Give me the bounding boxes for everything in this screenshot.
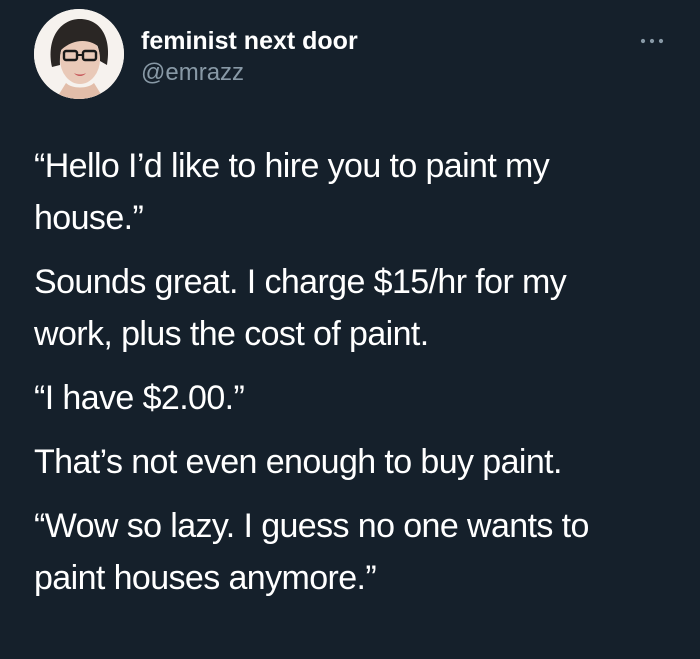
tweet-header: feminist next door @emrazz (34, 9, 674, 105)
tweet-paragraph: That’s not even enough to buy paint. (34, 443, 562, 481)
avatar-photo-icon (34, 9, 124, 99)
more-options-button[interactable] (635, 31, 669, 51)
author-block: feminist next door @emrazz (141, 26, 358, 88)
avatar[interactable] (34, 9, 124, 99)
tweet-card: feminist next door @emrazz “Hello I’d li… (0, 0, 700, 659)
author-handle[interactable]: @emrazz (141, 58, 358, 88)
ellipsis-icon (640, 38, 664, 44)
tweet-paragraph: “Hello I’d like to hire you to paint my … (34, 147, 550, 237)
tweet-paragraph: “Wow so lazy. I guess no one wants to pa… (34, 507, 589, 597)
tweet-paragraph: Sounds great. I charge $15/hr for my wor… (34, 263, 567, 353)
tweet-text: “Hello I’d like to hire you to paint my … (34, 140, 674, 616)
tweet-paragraph: “I have $2.00.” (34, 379, 245, 417)
author-display-name[interactable]: feminist next door (141, 26, 358, 56)
